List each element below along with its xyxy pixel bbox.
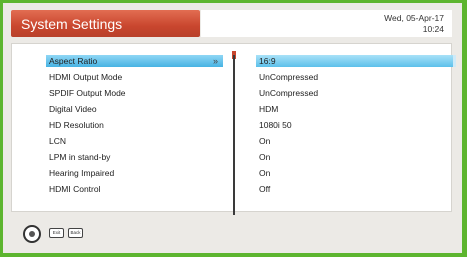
setting-row-hdmi-control[interactable]: HDMI Control — [46, 183, 223, 195]
date-label: Wed, 05-Apr-17 — [384, 13, 444, 23]
setting-value-lpm-standby[interactable]: On — [256, 151, 456, 163]
setting-value: On — [259, 152, 271, 162]
setting-value-spdif-output-mode[interactable]: UnCompressed — [256, 87, 456, 99]
setting-value-hdmi-output-mode[interactable]: UnCompressed — [256, 71, 456, 83]
setting-value: On — [259, 136, 271, 146]
setting-label: HDMI Control — [49, 184, 101, 194]
setting-row-hdmi-output-mode[interactable]: HDMI Output Mode — [46, 71, 223, 83]
setting-row-digital-video[interactable]: Digital Video — [46, 103, 223, 115]
setting-value: UnCompressed — [259, 88, 319, 98]
setting-row-hearing-impaired[interactable]: Hearing Impaired — [46, 167, 223, 179]
setting-value-hd-resolution[interactable]: 1080i 50 — [256, 119, 456, 131]
setting-label: SPDIF Output Mode — [49, 88, 126, 98]
screen: System Settings Wed, 05-Apr-17 10:24 Asp… — [3, 3, 462, 253]
setting-label: HDMI Output Mode — [49, 72, 123, 82]
exit-key-icon[interactable]: Exit — [49, 228, 64, 238]
setting-value: 16:9 — [259, 56, 276, 66]
setting-label: Digital Video — [49, 104, 97, 114]
setting-label: Aspect Ratio — [49, 56, 98, 66]
setting-value: UnCompressed — [259, 72, 319, 82]
settings-panel: Aspect Ratio » HDMI Output Mode SPDIF Ou… — [11, 43, 456, 215]
column-divider — [233, 55, 235, 215]
setting-row-lpm-standby[interactable]: LPM in stand-by — [46, 151, 223, 163]
setting-value: HDM — [259, 104, 279, 114]
setting-value-aspect-ratio[interactable]: 16:9 — [256, 55, 456, 67]
dpad-icon — [23, 225, 41, 243]
chevron-right-icon: » — [212, 56, 218, 66]
setting-label: HD Resolution — [49, 120, 104, 130]
back-key-icon[interactable]: Back — [68, 228, 83, 238]
setting-value-hearing-impaired[interactable]: On — [256, 167, 456, 179]
setting-row-spdif-output-mode[interactable]: SPDIF Output Mode — [46, 87, 223, 99]
footer-hints: Exit Back — [11, 219, 452, 249]
setting-value-hdmi-control[interactable]: Off — [256, 183, 456, 195]
title-bar: System Settings — [11, 10, 200, 37]
setting-row-aspect-ratio[interactable]: Aspect Ratio » — [46, 55, 223, 67]
time-label: 10:24 — [422, 24, 444, 34]
setting-value: 1080i 50 — [259, 120, 292, 130]
setting-row-lcn[interactable]: LCN — [46, 135, 223, 147]
datetime-box: Wed, 05-Apr-17 10:24 — [201, 10, 452, 37]
setting-value: On — [259, 168, 271, 178]
setting-label: Hearing Impaired — [49, 168, 115, 178]
setting-label: LCN — [49, 136, 67, 146]
setting-value-lcn[interactable]: On — [256, 135, 456, 147]
setting-value-digital-video[interactable]: HDM — [256, 103, 456, 115]
page-title: System Settings — [21, 16, 123, 32]
setting-label: LPM in stand-by — [49, 152, 111, 162]
setting-row-hd-resolution[interactable]: HD Resolution — [46, 119, 223, 131]
setting-value: Off — [259, 184, 271, 194]
